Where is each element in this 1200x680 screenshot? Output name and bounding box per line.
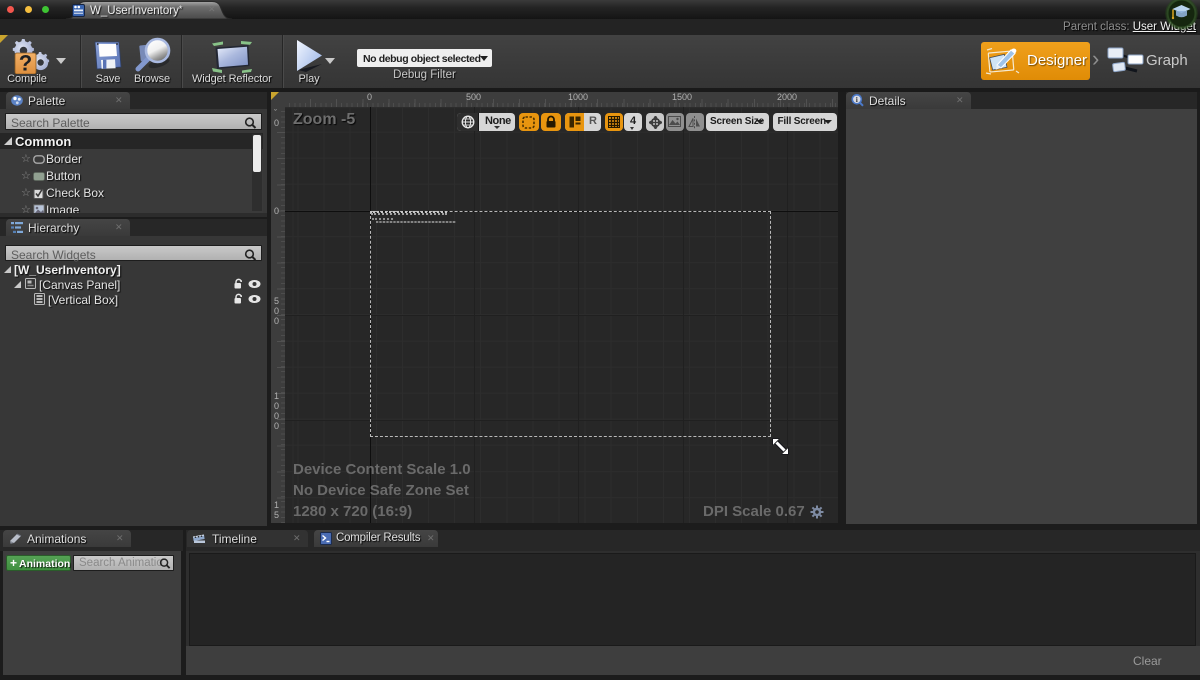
svg-text:i: i bbox=[856, 95, 858, 104]
svg-text:?: ? bbox=[19, 51, 32, 75]
